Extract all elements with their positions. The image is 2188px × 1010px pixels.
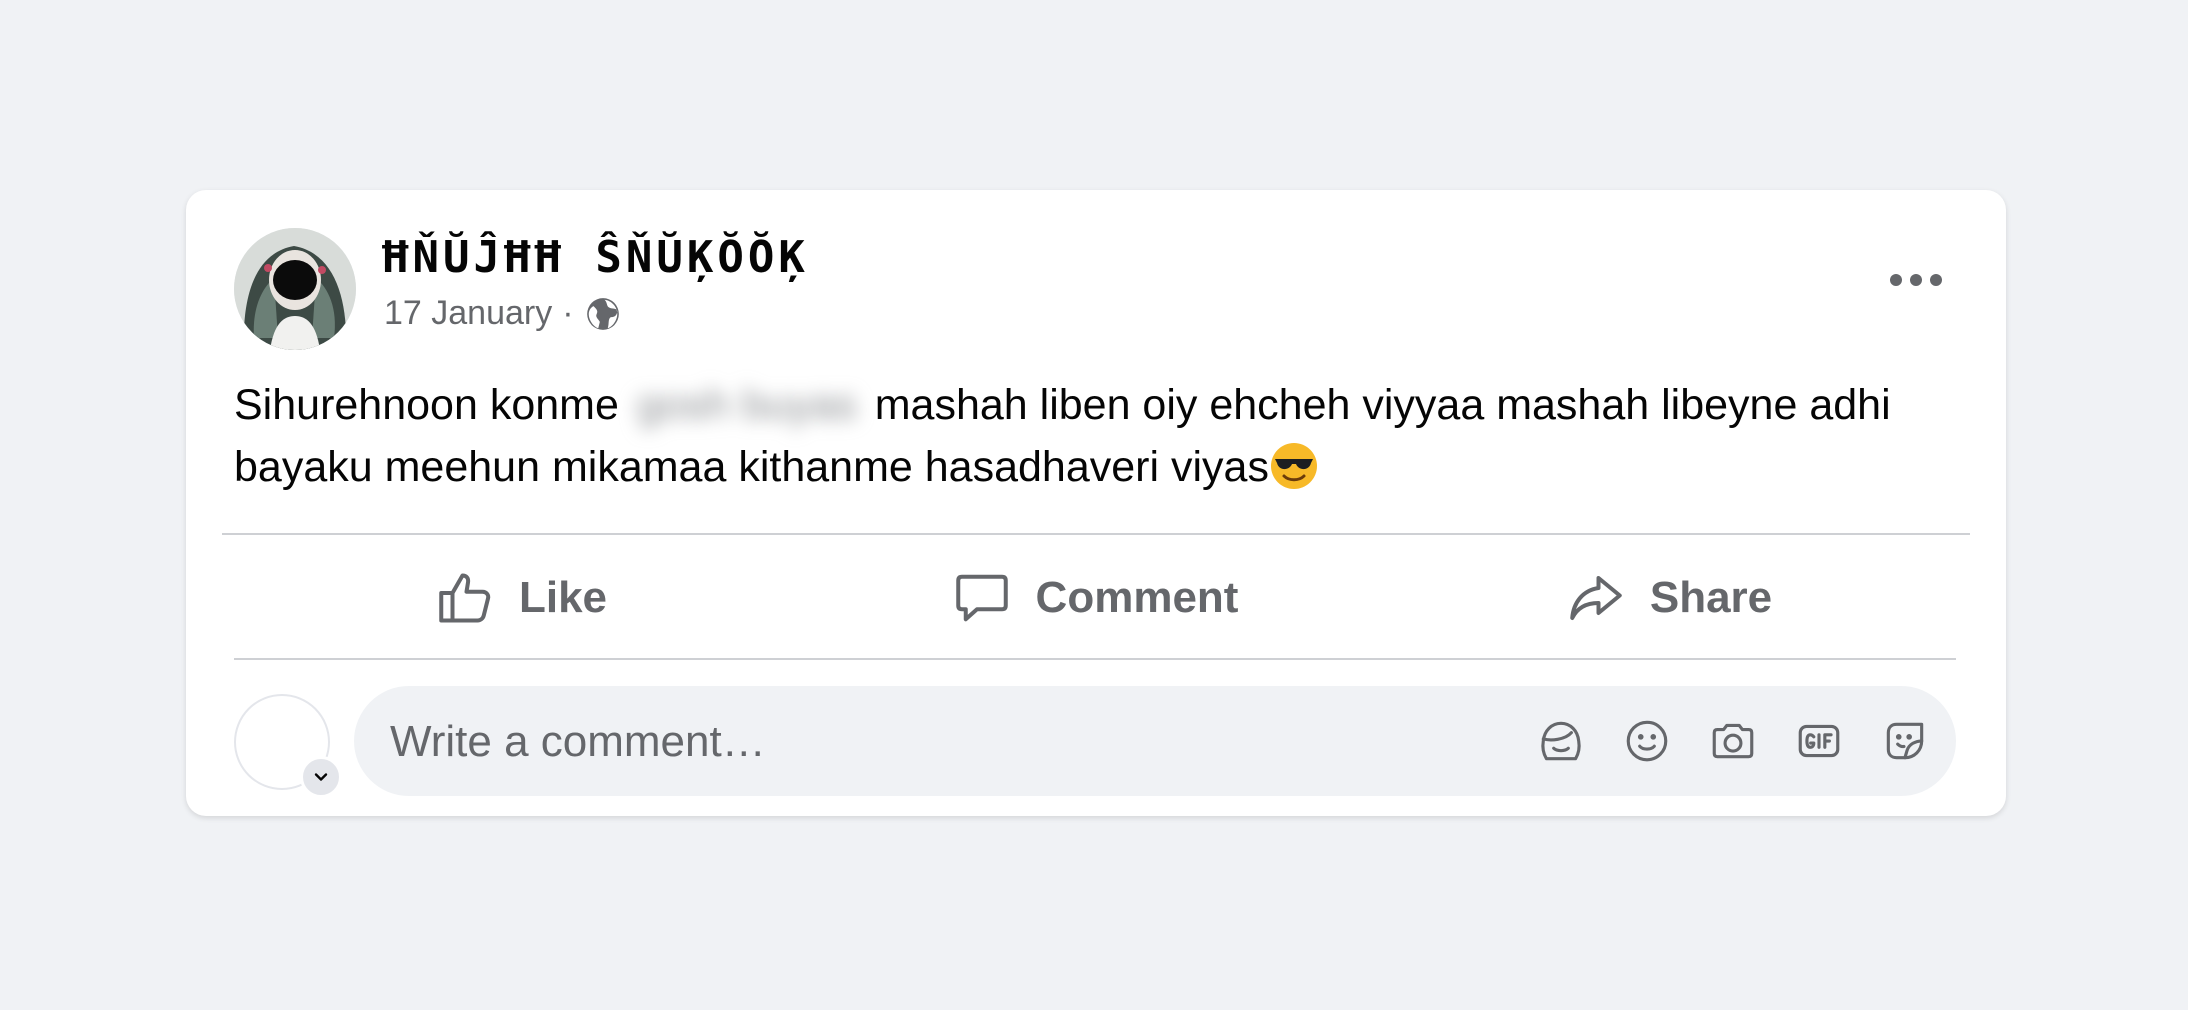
post-meta: 17 January ·: [384, 294, 622, 333]
post-text-part: Sihurehnoon konme: [234, 381, 631, 429]
share-button[interactable]: Share: [1382, 540, 1956, 656]
share-arrow-icon: [1570, 576, 1622, 620]
post-card: ĦŇŬĴĦĦ ŜŇŬĶŎŎĶ 17 January · Sihurehnoon …: [186, 190, 2006, 816]
speech-bubble-icon: [955, 574, 1008, 622]
comment-input[interactable]: [388, 686, 1472, 798]
author-avatar[interactable]: [234, 228, 356, 350]
more-options-button[interactable]: [1866, 248, 1966, 312]
emoji-icon[interactable]: [1622, 716, 1672, 766]
chevron-down-icon: [314, 773, 328, 781]
like-button[interactable]: Like: [234, 540, 808, 656]
sunglasses-emoji-icon: [1269, 441, 1319, 491]
blurred-text: gosh buyas: [636, 381, 857, 429]
comment-button[interactable]: Comment: [808, 540, 1382, 656]
avatar-sticker-icon[interactable]: [1536, 716, 1586, 766]
divider: [234, 658, 1956, 660]
sticker-icon[interactable]: [1880, 716, 1930, 766]
post-date[interactable]: 17 January: [384, 294, 552, 333]
divider: [222, 533, 1970, 535]
post-text: Sihurehnoon konme gosh buyas mashah libe…: [234, 374, 1974, 498]
share-label: Share: [1649, 573, 1773, 622]
gif-icon[interactable]: [1794, 716, 1844, 766]
profile-switcher-button[interactable]: [300, 756, 342, 798]
like-label: Like: [518, 573, 608, 622]
camera-icon[interactable]: [1708, 716, 1758, 766]
author-name[interactable]: ĦŇŬĴĦĦ ŜŇŬĶŎŎĶ: [382, 232, 809, 283]
comment-tools: [1536, 686, 1930, 796]
thumbs-up-icon: [439, 573, 491, 623]
comment-composer: [354, 686, 1956, 798]
globe-icon[interactable]: [584, 295, 622, 333]
more-horizontal-icon: [1890, 274, 1942, 286]
comment-label: Comment: [1035, 573, 1239, 622]
post-actions: Like Comment Share: [234, 540, 1956, 656]
meta-separator: ·: [562, 294, 574, 332]
